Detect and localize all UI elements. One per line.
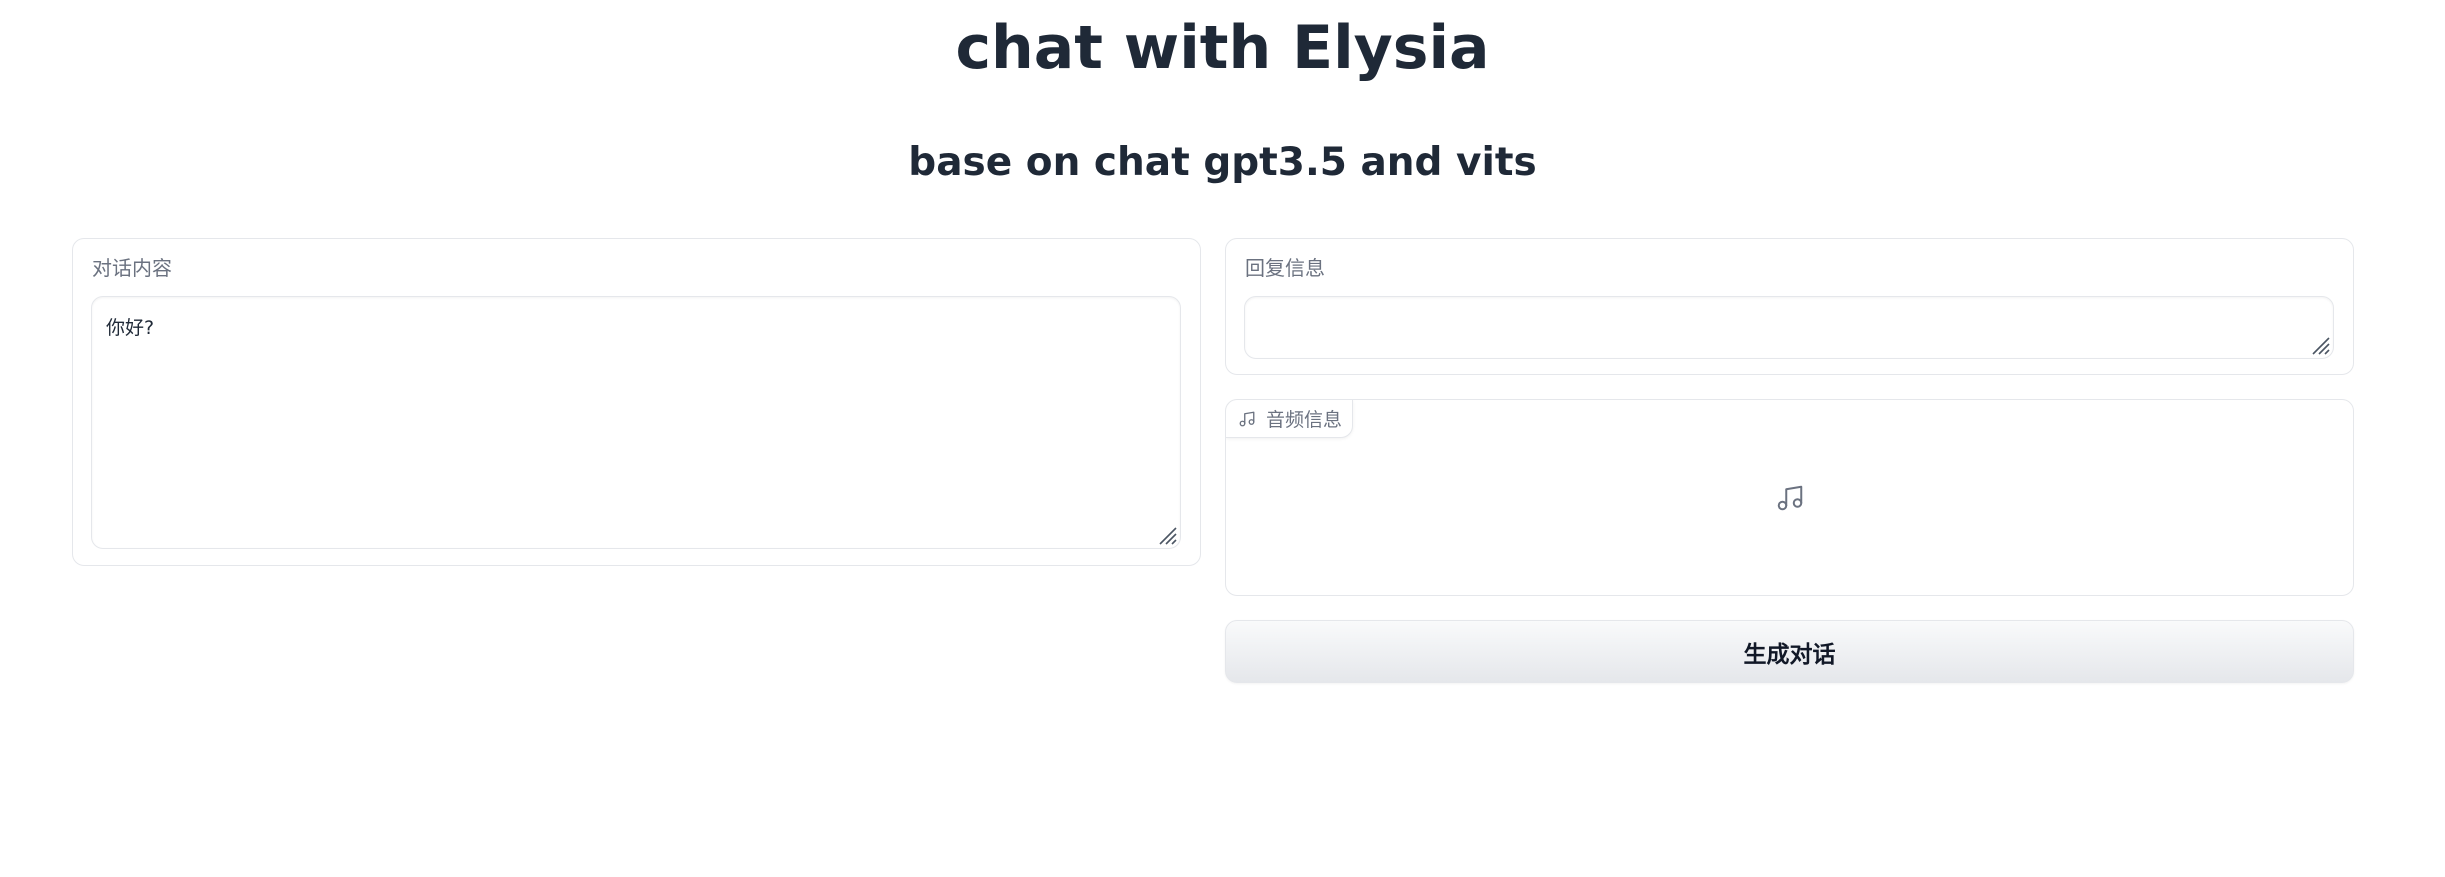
generate-dialog-button[interactable]: 生成对话 <box>1225 620 2354 683</box>
audio-label: 音频信息 <box>1266 409 1343 431</box>
app-root: chat with Elysia base on chat gpt3.5 and… <box>0 0 2445 877</box>
page-title: chat with Elysia <box>955 13 1490 83</box>
page-subtitle: base on chat gpt3.5 and vits <box>908 140 1537 185</box>
resize-handle-icon[interactable] <box>1157 525 1177 545</box>
audio-panel: 音频信息 <box>1225 399 2354 596</box>
input-label: 对话内容 <box>92 256 172 280</box>
input-panel: 对话内容 你好? <box>72 238 1201 566</box>
dialog-input-value: 你好? <box>106 317 155 339</box>
reply-textarea[interactable] <box>1244 296 2334 359</box>
dialog-input-textarea[interactable]: 你好? <box>91 296 1181 549</box>
music-note-icon <box>1777 485 1802 510</box>
resize-handle-icon[interactable] <box>2310 335 2330 355</box>
reply-panel: 回复信息 <box>1225 238 2354 375</box>
reply-label: 回复信息 <box>1245 256 1325 280</box>
audio-label-tab: 音频信息 <box>1226 400 1354 438</box>
music-note-icon <box>1239 411 1255 426</box>
